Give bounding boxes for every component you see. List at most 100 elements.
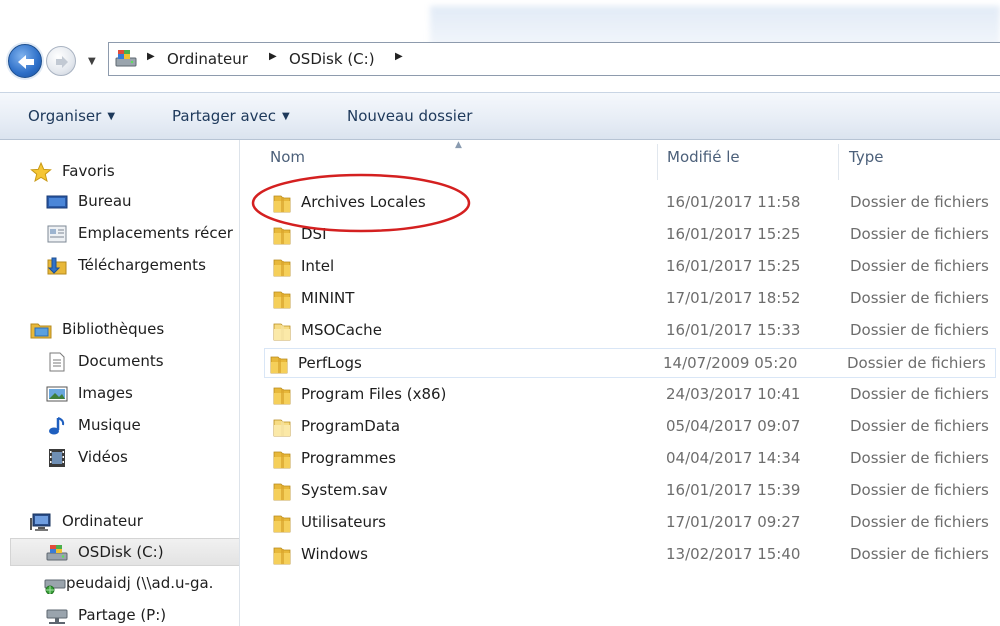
sidebar-item-documents[interactable]: Documents — [0, 348, 239, 376]
folder-icon — [273, 259, 291, 277]
file-modified: 17/01/2017 18:52 — [666, 289, 801, 307]
sidebar-item-label: Vidéos — [78, 448, 128, 466]
file-modified: 13/02/2017 15:40 — [666, 545, 801, 563]
sidebar-item-videos[interactable]: Vidéos — [0, 444, 239, 472]
sidebar-item-label: Téléchargements — [78, 256, 206, 274]
file-row[interactable]: Utilisateurs 17/01/2017 09:27 Dossier de f… — [268, 508, 1000, 538]
folder-icon — [272, 448, 292, 470]
file-type: Dossier de fichiers — [850, 321, 989, 339]
folder-icon — [272, 192, 292, 214]
file-row[interactable]: Archives Locales 16/01/2017 11:58 Dossier … — [268, 188, 1000, 218]
sidebar-item-libraries[interactable]: Bibliothèques — [0, 316, 239, 344]
folder-icon — [273, 291, 291, 309]
file-row[interactable]: DSI 16/01/2017 15:25 Dossier de fichiers — [268, 220, 1000, 250]
new-folder-label: Nouveau dossier — [347, 107, 473, 125]
file-row[interactable]: MININT 17/01/2017 18:52 Dossier de fichier… — [268, 284, 1000, 314]
column-divider[interactable] — [838, 144, 839, 180]
file-modified: 17/01/2017 09:27 — [666, 513, 801, 531]
file-type: Dossier de fichiers — [850, 417, 989, 435]
folder-icon — [273, 323, 291, 341]
organize-button[interactable]: Organiser ▼ — [28, 107, 115, 125]
folder-icon — [273, 451, 291, 469]
sidebar-item-label: Bibliothèques — [62, 320, 165, 338]
file-type: Dossier de fichiers — [850, 257, 989, 275]
column-header-type[interactable]: Type — [849, 148, 883, 166]
file-row[interactable]: Intel 16/01/2017 15:25 Dossier de fichiers — [268, 252, 1000, 282]
sidebar-item-label: Partage (P:) — [78, 606, 167, 624]
star-icon — [30, 162, 52, 182]
column-header-name[interactable]: Nom — [270, 148, 305, 166]
breadcrumb-separator[interactable]: ▶ — [395, 51, 403, 62]
folder-icon — [272, 384, 292, 406]
sidebar-item-network-peudaidj[interactable]: peudaidj (\\ad.u-ga. — [0, 570, 239, 598]
file-type: Dossier de fichiers — [850, 545, 989, 563]
column-header-modified[interactable]: Modifié le — [667, 148, 740, 166]
folder-icon — [273, 419, 291, 437]
sidebar-item-images[interactable]: Images — [0, 380, 239, 408]
file-modified: 05/04/2017 09:07 — [666, 417, 801, 435]
new-folder-button[interactable]: Nouveau dossier — [347, 107, 472, 125]
sidebar-item-label: Favoris — [62, 162, 115, 180]
folder-icon — [269, 353, 289, 375]
organize-label: Organiser — [28, 107, 102, 125]
sidebar-item-label: Emplacements récer — [78, 224, 233, 242]
computer-icon — [30, 513, 51, 531]
recent-pages-button[interactable]: ▼ — [88, 56, 96, 67]
back-button[interactable] — [8, 44, 42, 78]
sidebar-item-favorites[interactable]: Favoris — [0, 158, 239, 186]
folder-icon — [273, 195, 291, 213]
share-label: Partager avec — [172, 107, 277, 125]
file-row[interactable]: PerfLogs 14/07/2009 05:20 Dossier de fichi… — [264, 348, 996, 378]
folder-icon — [273, 515, 291, 533]
music-icon — [49, 417, 65, 435]
file-row[interactable]: ProgramData 05/04/2017 09:07 Dossier de fi… — [268, 412, 1000, 442]
sidebar-item-label: Images — [78, 384, 133, 402]
drive-icon — [46, 545, 68, 561]
file-row[interactable]: Program Files (x86) 24/03/2017 10:41 Dossi… — [268, 380, 1000, 410]
file-modified: 16/01/2017 15:39 — [666, 481, 801, 499]
downloads-icon — [47, 257, 67, 275]
file-modified: 04/04/2017 14:34 — [666, 449, 801, 467]
file-type: Dossier de fichiers — [850, 481, 989, 499]
file-name: Archives Locales — [301, 193, 426, 211]
sidebar-item-recent-places[interactable]: Emplacements récer — [0, 220, 239, 248]
folder-icon — [273, 483, 291, 501]
recent-places-icon — [47, 225, 67, 243]
folder-icon — [272, 320, 292, 342]
forward-button[interactable] — [46, 46, 76, 76]
chevron-down-icon: ▼ — [282, 111, 290, 122]
file-type: Dossier de fichiers — [850, 193, 989, 211]
sidebar-item-label: Documents — [78, 352, 164, 370]
breadcrumb-separator[interactable]: ▶ — [147, 51, 155, 62]
sidebar-item-network-partage[interactable]: Partage (P:) — [0, 602, 239, 626]
address-bar[interactable]: ▶ Ordinateur ▶ OSDisk (C:) ▶ — [108, 42, 1000, 76]
file-name: MSOCache — [301, 321, 382, 339]
file-row[interactable]: MSOCache 16/01/2017 15:33 Dossier de fichi… — [268, 316, 1000, 346]
file-type: Dossier de fichiers — [850, 289, 989, 307]
file-row[interactable]: Windows 13/02/2017 15:40 Dossier de fichie… — [268, 540, 1000, 570]
folder-icon — [273, 387, 291, 405]
file-list: ▲ Nom Modifié le Type Archives Locales 16… — [242, 140, 1000, 626]
file-name: MININT — [301, 289, 355, 307]
sidebar-item-osdisk[interactable]: OSDisk (C:) — [10, 538, 239, 566]
breadcrumb-separator[interactable]: ▶ — [269, 51, 277, 62]
breadcrumb-ordinateur[interactable]: Ordinateur — [167, 50, 248, 68]
column-divider[interactable] — [657, 144, 658, 180]
share-button[interactable]: Partager avec ▼ — [172, 107, 290, 125]
file-row[interactable]: System.sav 16/01/2017 15:39 Dossier de fic… — [268, 476, 1000, 506]
desktop-icon — [46, 195, 68, 209]
sidebar-item-computer[interactable]: Ordinateur — [0, 508, 239, 536]
videos-icon — [49, 449, 65, 467]
sidebar-item-music[interactable]: Musique — [0, 412, 239, 440]
breadcrumb-osdisk[interactable]: OSDisk (C:) — [289, 50, 375, 68]
file-type: Dossier de fichiers — [847, 354, 986, 372]
chevron-down-icon: ▼ — [107, 111, 116, 122]
navigation-pane: Favoris Bureau Emplacements récer Téléch… — [0, 140, 240, 626]
folder-icon — [272, 224, 292, 246]
folder-icon — [273, 547, 291, 565]
drive-icon — [115, 50, 137, 67]
sidebar-item-bureau[interactable]: Bureau — [0, 188, 239, 216]
sidebar-item-label: Ordinateur — [62, 512, 143, 530]
file-row[interactable]: Programmes 04/04/2017 14:34 Dossier de fic… — [268, 444, 1000, 474]
sidebar-item-downloads[interactable]: Téléchargements — [0, 252, 239, 280]
